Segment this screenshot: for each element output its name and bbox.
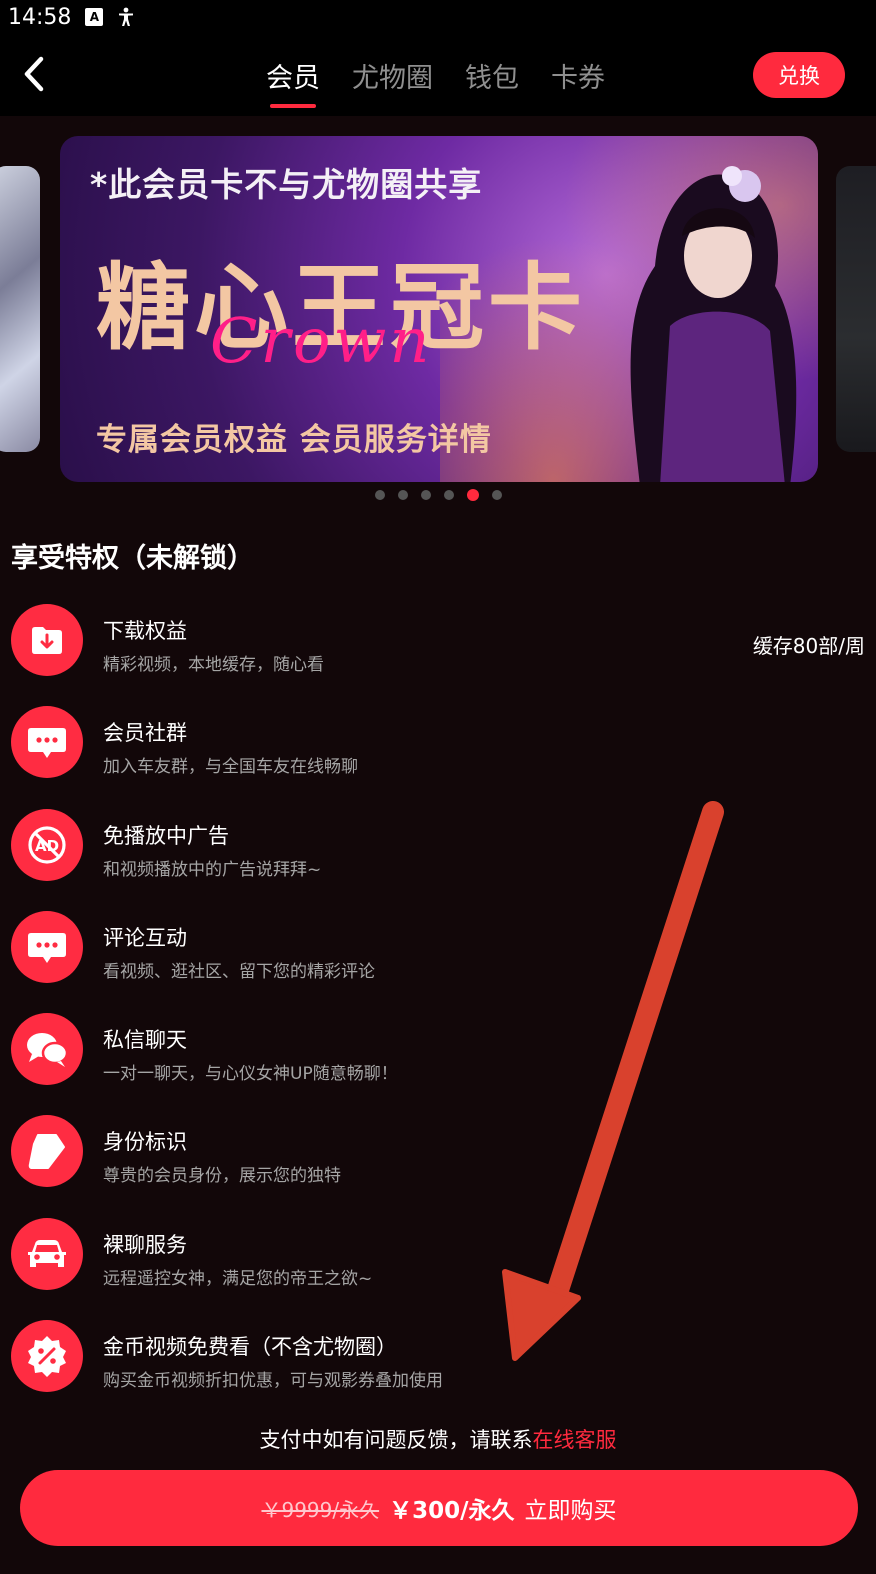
tab-membership[interactable]: 会员 (250, 34, 336, 116)
banner-notice: *此会员卡不与尤物圈共享 (90, 165, 483, 204)
back-button[interactable] (14, 52, 54, 96)
privileges-title: 享受特权（未解锁） (11, 543, 254, 574)
model-figure-image (630, 166, 797, 482)
online-support-link[interactable]: 在线客服 (533, 1428, 617, 1452)
perk-title: 会员社群 (103, 721, 187, 746)
buy-now-button[interactable]: ￥9999/永久 ￥300/永久 立即购买 (20, 1470, 858, 1546)
chat-bubble-icon (11, 706, 83, 779)
support-notice: 支付中如有问题反馈，请联系在线客服 (0, 1424, 876, 1454)
list-item[interactable]: 评论互动 看视频、逛社区、留下您的精彩评论 (0, 910, 876, 1013)
crown-card-banner[interactable]: *此会员卡不与尤物圈共享 糖心王冠卡 Crown 专属会员权益 会员服务详情 (60, 136, 818, 482)
exchange-button[interactable]: 兑换 (753, 52, 845, 98)
list-item[interactable]: 私信聊天 一对一聊天，与心仪女神UP随意畅聊！ (0, 1013, 876, 1115)
pagination-dot[interactable] (420, 490, 431, 500)
perk-title: 身份标识 (103, 1130, 187, 1155)
original-price: ￥9999/永久 (261, 1497, 380, 1522)
tab-bar: 会员 尤物圈 钱包 卡券 (250, 34, 621, 116)
comment-icon (11, 910, 83, 983)
tab-coupons[interactable]: 卡券 (535, 34, 621, 116)
perk-description: 远程遥控女神，满足您的帝王之欲~ (103, 1268, 373, 1289)
list-item[interactable]: 裸聊服务 远程遥控女神，满足您的帝王之欲~ (0, 1217, 876, 1320)
perk-description: 和视频播放中的广告说拜拜~ (103, 859, 322, 880)
svg-text:AD: AD (35, 837, 59, 855)
list-item[interactable]: AD 免播放中广告 和视频播放中的广告说拜拜~ (0, 808, 876, 911)
perk-title: 评论互动 (103, 925, 187, 950)
perk-description: 精彩视频，本地缓存，随心看 (103, 655, 324, 675)
accessibility-icon (117, 7, 135, 26)
car-icon (11, 1217, 83, 1290)
perk-description: 看视频、逛社区、留下您的精彩评论 (103, 961, 375, 982)
buy-now-label: 立即购买 (524, 1498, 617, 1524)
download-folder-icon (11, 604, 83, 676)
download-quota: 缓存80部/周 (752, 634, 865, 658)
list-item[interactable]: 身份标识 尊贵的会员身份，展示您的独特 (0, 1115, 876, 1217)
privileges-list: 下载权益 精彩视频，本地缓存，随心看 缓存80部/周 会员社群 加入车友群，与全… (0, 604, 876, 1422)
banner-script-text: Crown (210, 304, 433, 377)
identity-badge-icon (11, 1115, 83, 1188)
a-notification-icon: A (85, 8, 104, 26)
no-ads-icon: AD (11, 808, 83, 881)
next-slide-preview[interactable] (836, 166, 876, 452)
perk-title: 免播放中广告 (103, 823, 229, 848)
chevron-left-icon (24, 56, 44, 92)
list-item[interactable]: 下载权益 精彩视频，本地缓存，随心看 缓存80部/周 (0, 604, 876, 706)
perk-description: 加入车友群，与全国车友在线畅聊 (103, 757, 358, 778)
perk-title: 私信聊天 (103, 1028, 187, 1053)
perk-title: 金币视频免费看（不含尤物圈） (103, 1335, 397, 1360)
perk-description: 尊贵的会员身份，展示您的独特 (103, 1166, 341, 1187)
status-bar: 14:58 A (0, 0, 876, 34)
perk-title: 下载权益 (103, 619, 187, 643)
carousel-pagination (0, 489, 876, 501)
top-navigation: 会员 尤物圈 钱包 卡券 兑换 (0, 34, 876, 116)
perk-description: 购买金币视频折扣优惠，可与观影券叠加使用 (103, 1371, 443, 1392)
sale-price: ￥300/永久 (389, 1498, 515, 1524)
pagination-dot[interactable] (443, 490, 454, 500)
discount-badge-icon (11, 1320, 83, 1393)
banner-carousel[interactable]: *此会员卡不与尤物圈共享 糖心王冠卡 Crown 专属会员权益 会员服务详情 (0, 116, 876, 516)
perk-description: 一对一聊天，与心仪女神UP随意畅聊！ (103, 1064, 398, 1085)
status-time: 14:58 (8, 4, 72, 30)
perk-title: 裸聊服务 (103, 1232, 187, 1257)
list-item[interactable]: 会员社群 加入车友群，与全国车友在线畅聊 (0, 706, 876, 808)
list-item[interactable]: 金币视频免费看（不含尤物圈） 购买金币视频折扣优惠，可与观影券叠加使用 (0, 1320, 876, 1422)
tab-youwuquan[interactable]: 尤物圈 (336, 34, 449, 116)
pagination-dot[interactable] (374, 490, 385, 500)
pagination-dot[interactable] (397, 490, 408, 500)
support-text: 支付中如有问题反馈，请联系 (259, 1428, 533, 1452)
pagination-dot[interactable] (491, 490, 502, 500)
pagination-dot-active[interactable] (466, 489, 479, 501)
banner-subtitle: 专属会员权益 会员服务详情 (96, 422, 492, 458)
previous-slide-preview[interactable] (0, 166, 40, 452)
private-message-icon (11, 1013, 83, 1086)
tab-wallet[interactable]: 钱包 (449, 34, 535, 116)
